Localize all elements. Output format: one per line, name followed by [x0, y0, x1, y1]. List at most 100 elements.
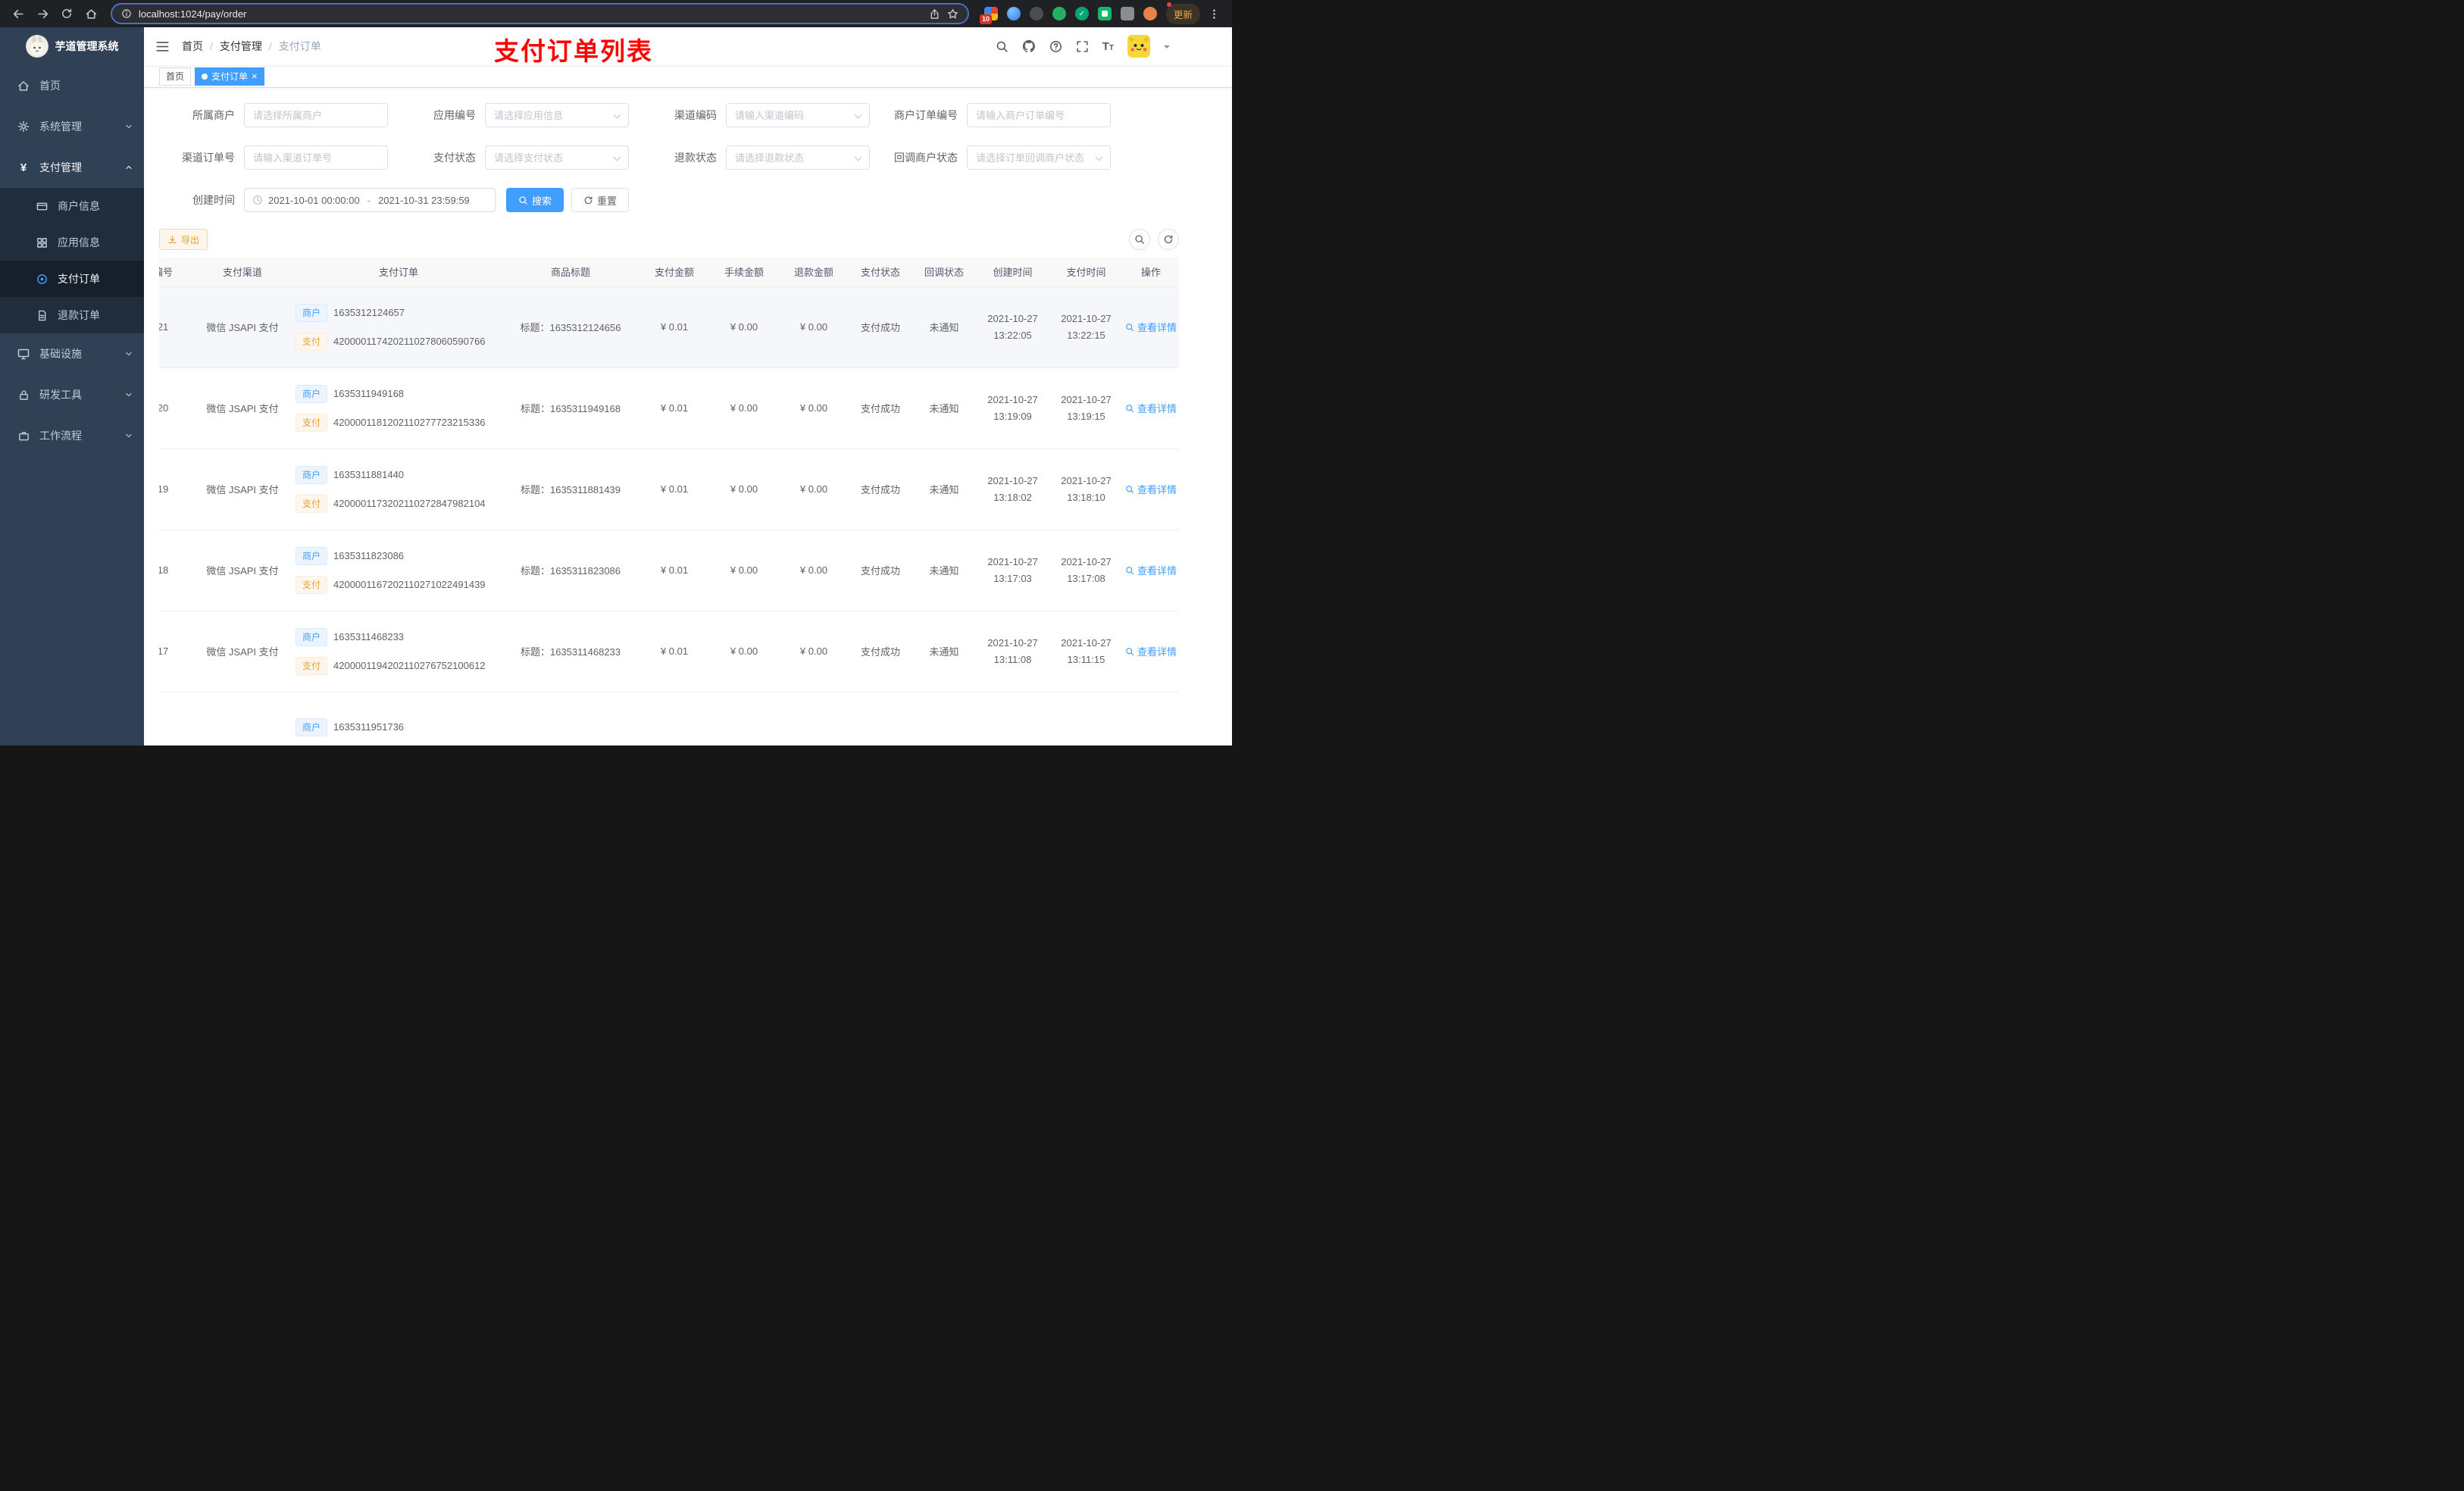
hamburger-icon[interactable]	[155, 39, 170, 54]
pay-tag: 支付	[295, 494, 328, 513]
sidebar-item-pay-order[interactable]: 支付订单	[0, 261, 144, 297]
table-row[interactable]: 商户 1635311951736	[159, 692, 1179, 746]
toggle-search-icon[interactable]	[1129, 229, 1150, 250]
app-no-select[interactable]	[485, 103, 629, 127]
help-icon[interactable]	[1049, 40, 1062, 53]
sidebar-item-workflow[interactable]: 工作流程	[0, 415, 144, 456]
merchant-order-no: 1635311881440	[333, 469, 405, 480]
channel-order-no-input[interactable]	[245, 146, 387, 169]
tab-close-icon[interactable]	[252, 71, 258, 81]
browser-home-icon[interactable]	[80, 3, 102, 24]
sidebar-item-app-info[interactable]: 应用信息	[0, 224, 144, 261]
share-icon[interactable]	[929, 8, 940, 20]
export-button[interactable]: 导出	[159, 229, 208, 250]
extension-drop-icon[interactable]	[1006, 7, 1021, 20]
view-detail-link[interactable]: 查看详情	[1125, 401, 1177, 415]
app-no-input[interactable]	[486, 104, 628, 127]
merchant-order-no-input[interactable]	[968, 104, 1110, 127]
browser-profile-avatar[interactable]	[1143, 7, 1157, 20]
sidebar-item-merchant-info[interactable]: 商户信息	[0, 188, 144, 224]
search-icon[interactable]	[996, 40, 1008, 53]
caret-down-icon[interactable]	[1164, 45, 1170, 52]
view-detail-link[interactable]: 查看详情	[1125, 320, 1177, 334]
sidebar-item-devtools[interactable]: 研发工具	[0, 374, 144, 415]
merchant-order-no-field[interactable]	[967, 103, 1111, 127]
refresh-icon[interactable]	[1158, 229, 1179, 250]
url-text[interactable]: localhost:1024/pay/order	[139, 8, 922, 20]
pay-status-cell: 支付成功	[849, 286, 912, 368]
sidebar-item-infra[interactable]: 基础设施	[0, 333, 144, 374]
extension-chat-icon[interactable]	[1097, 7, 1112, 20]
sidebar: 芋道管理系统 首页 系统管理 支付管理	[0, 27, 144, 746]
refund-status-input[interactable]	[727, 146, 869, 169]
pay-time-cell: 2021-10-27 13:18:10	[1049, 449, 1123, 530]
pay-status-select[interactable]	[485, 145, 629, 170]
sidebar-item-pay[interactable]: 支付管理	[0, 147, 144, 188]
fullscreen-icon[interactable]	[1076, 40, 1089, 53]
channel-transaction-no: 4200001174202110278060590766	[333, 336, 486, 347]
extensions-puzzle-icon[interactable]	[1120, 7, 1134, 20]
channel-order-line: 支付 4200001194202110276752100612	[295, 656, 502, 675]
merchant-order-line: 商户 1635311468233	[295, 627, 502, 646]
user-avatar[interactable]	[1127, 35, 1150, 58]
forward-icon[interactable]	[32, 3, 53, 24]
sidebar-item-system[interactable]: 系统管理	[0, 106, 144, 147]
pay-status-input[interactable]	[486, 146, 628, 169]
table-row[interactable]: 19 微信 JSAPI 支付 商户 1635311881440 支付 42000…	[159, 449, 1179, 530]
sidebar-item-label: 应用信息	[58, 236, 100, 248]
app-title: 芋道管理系统	[55, 40, 119, 52]
filter-refund-status: 退款状态	[641, 145, 882, 170]
refund-status-select[interactable]	[726, 145, 870, 170]
update-notification-dot	[1166, 2, 1171, 7]
filter-pay-status: 支付状态	[400, 145, 641, 170]
document-icon	[33, 310, 50, 321]
merchant-order-no: 1635311949168	[333, 388, 405, 399]
site-info-icon[interactable]	[121, 8, 132, 19]
menu-kebab-icon[interactable]	[1203, 3, 1224, 24]
table-row[interactable]: 17 微信 JSAPI 支付 商户 1635311468233 支付 42000…	[159, 611, 1179, 692]
breadcrumb-pay-management[interactable]: 支付管理	[220, 39, 262, 54]
merchant-input[interactable]	[245, 104, 387, 127]
pay-status-cell: 支付成功	[849, 530, 912, 611]
extension-dark-icon[interactable]	[1029, 7, 1043, 20]
url-bar[interactable]: localhost:1024/pay/order	[111, 3, 969, 24]
table-row[interactable]: 21 微信 JSAPI 支付 商户 1635312124657 支付 42000…	[159, 286, 1179, 368]
update-button[interactable]: 更新	[1165, 2, 1200, 24]
product-title-cell: 标题：1635311949168	[502, 367, 639, 449]
channel-code-select[interactable]	[726, 103, 870, 127]
table-row[interactable]: 18 微信 JSAPI 支付 商户 1635311823086 支付 42000…	[159, 530, 1179, 611]
tab-label: 首页	[166, 71, 185, 82]
sidebar-item-refund-order[interactable]: 退款订单	[0, 297, 144, 333]
view-detail-link[interactable]: 查看详情	[1125, 482, 1177, 496]
bookmark-star-icon[interactable]	[947, 8, 958, 20]
channel-order-no-field[interactable]	[244, 145, 388, 170]
reset-button[interactable]: 重置	[571, 188, 630, 212]
notify-status-input[interactable]	[968, 146, 1110, 169]
sidebar-item-home[interactable]: 首页	[0, 65, 144, 106]
content: 所属商户 应用编号 渠道编码 商户订单编号	[144, 88, 1232, 746]
filter-app-no: 应用编号	[400, 103, 641, 127]
date-range-picker[interactable]: 2021-10-01 00:00:00 - 2021-10-31 23:59:5…	[244, 188, 496, 212]
table-row[interactable]: 20 微信 JSAPI 支付 商户 1635311949168 支付 42000…	[159, 367, 1179, 449]
extension-check-icon[interactable]	[1074, 7, 1089, 20]
merchant-tag: 商户	[295, 384, 328, 403]
channel-code-input[interactable]	[727, 104, 869, 127]
breadcrumb-home[interactable]: 首页	[182, 39, 203, 54]
font-size-icon[interactable]	[1102, 41, 1114, 52]
back-icon[interactable]	[8, 3, 29, 24]
monitor-icon	[15, 348, 32, 360]
search-button[interactable]: 搜索	[506, 188, 564, 212]
extension-grid-icon[interactable]: 10	[979, 7, 998, 24]
reload-icon[interactable]	[56, 3, 77, 24]
refund-amount-cell: ¥ 0.00	[779, 367, 849, 449]
extension-green-icon[interactable]	[1052, 7, 1066, 20]
filter-merchant-order-no: 商户订单编号	[882, 103, 1123, 127]
tab-pay-order[interactable]: 支付订单	[195, 67, 264, 86]
notify-status-select[interactable]	[967, 145, 1111, 170]
view-detail-link[interactable]: 查看详情	[1125, 644, 1177, 658]
tab-home[interactable]: 首页	[159, 67, 192, 86]
github-icon[interactable]	[1022, 39, 1036, 53]
view-detail-link[interactable]: 查看详情	[1125, 563, 1177, 577]
app-logo[interactable]: 芋道管理系统	[0, 27, 144, 65]
merchant-select[interactable]	[244, 103, 388, 127]
